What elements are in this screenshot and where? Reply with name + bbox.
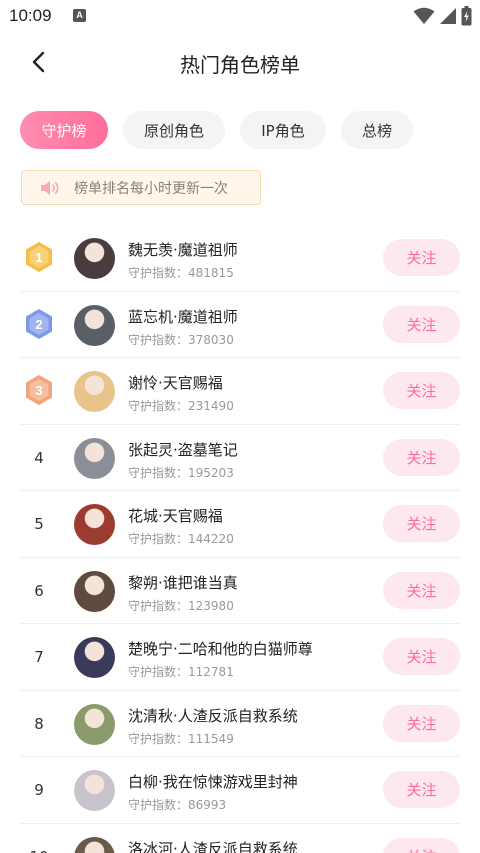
svg-text:2: 2 bbox=[35, 317, 42, 332]
score-label: 守护指数： bbox=[128, 332, 189, 347]
ranking-row[interactable]: 3 谢怜·天官赐福 守护指数：231490 关注 bbox=[20, 358, 460, 425]
avatar[interactable] bbox=[74, 304, 115, 346]
avatar[interactable] bbox=[74, 570, 115, 612]
follow-button[interactable]: 关注 bbox=[383, 239, 460, 276]
rank-number: 5 bbox=[34, 515, 44, 533]
follow-button[interactable]: 关注 bbox=[383, 571, 460, 609]
avatar[interactable] bbox=[74, 437, 115, 479]
ranking-row[interactable]: 4 张起灵·盗墓笔记 守护指数：195203 关注 bbox=[20, 425, 460, 491]
header: 热门角色榜单 bbox=[0, 34, 480, 90]
page-title: 热门角色榜单 bbox=[180, 53, 300, 77]
tab-original[interactable]: 原创角色 bbox=[123, 111, 225, 149]
score-label: 守护指数： bbox=[128, 266, 189, 280]
character-name: 魏无羡·魔道祖师 bbox=[128, 241, 238, 259]
score-label: 守护指数： bbox=[128, 798, 189, 812]
guardian-score: 守护指数：378030 bbox=[128, 331, 234, 348]
ranking-row[interactable]: 10 洛冰河·人渣反派自救系统 关注 bbox=[20, 824, 460, 853]
character-name: 蓝忘机·魔道祖师 bbox=[128, 307, 238, 326]
follow-button[interactable]: 关注 bbox=[383, 837, 460, 853]
signal-icon bbox=[440, 8, 456, 24]
character-name: 洛冰河·人渣反派自救系统 bbox=[128, 839, 298, 853]
ranking-row[interactable]: 7 楚晚宁·二哈和他的白猫师尊 守护指数：112781 关注 bbox=[20, 624, 460, 691]
ranking-row[interactable]: 1 魏无羡·魔道祖师 守护指数：481815 关注 bbox=[20, 225, 460, 292]
guardian-score: 守护指数：86993 bbox=[128, 796, 226, 813]
avatar[interactable] bbox=[74, 637, 115, 678]
tab-total[interactable]: 总榜 bbox=[341, 111, 413, 149]
guardian-score: 守护指数：144220 bbox=[128, 530, 234, 547]
status-time: 10:09 bbox=[9, 6, 52, 25]
character-name: 白柳·我在惊悚游戏里封神 bbox=[128, 773, 298, 791]
guardian-score: 守护指数：111549 bbox=[128, 730, 234, 747]
tab-ip[interactable]: IP角色 bbox=[240, 111, 326, 149]
avatar[interactable] bbox=[74, 703, 115, 745]
avatar[interactable] bbox=[74, 836, 115, 853]
ranking-row[interactable]: 5 花城·天官赐福 守护指数：144220 关注 bbox=[20, 491, 460, 558]
status-bar: 10:09 A bbox=[0, 0, 480, 34]
svg-text:1: 1 bbox=[35, 250, 42, 265]
silver-medal-icon: 2 bbox=[20, 292, 58, 358]
guardian-score: 守护指数：231490 bbox=[128, 397, 234, 414]
ranking-row[interactable]: 6 黎朔·谁把谁当真 守护指数：123980 关注 bbox=[20, 558, 460, 624]
score-value: 112781 bbox=[188, 665, 234, 679]
guardian-score: 守护指数：123980 bbox=[128, 597, 234, 614]
character-name: 花城·天官赐福 bbox=[128, 507, 223, 525]
rank-number: 7 bbox=[34, 648, 44, 666]
score-value: 86993 bbox=[188, 798, 227, 812]
score-value: 481815 bbox=[188, 266, 234, 280]
score-label: 守护指数： bbox=[128, 665, 189, 679]
follow-button[interactable]: 关注 bbox=[383, 372, 460, 409]
rank-number: 8 bbox=[34, 714, 44, 733]
character-name: 楚晚宁·二哈和他的白猫师尊 bbox=[128, 640, 313, 658]
ranking-row[interactable]: 8 沈清秋·人渣反派自救系统 守护指数：111549 关注 bbox=[20, 691, 460, 757]
ranking-row[interactable]: 9 白柳·我在惊悚游戏里封神 守护指数：86993 关注 bbox=[20, 757, 460, 824]
score-value: 144220 bbox=[188, 532, 234, 546]
score-label: 守护指数： bbox=[128, 598, 189, 613]
character-name: 黎朔·谁把谁当真 bbox=[128, 573, 238, 592]
rank-number: 6 bbox=[34, 581, 44, 600]
follow-button[interactable]: 关注 bbox=[383, 638, 460, 675]
guardian-score: 守护指数：195203 bbox=[128, 464, 234, 481]
character-name: 沈清秋·人渣反派自救系统 bbox=[128, 706, 298, 725]
status-icons bbox=[413, 6, 472, 26]
score-label: 守护指数： bbox=[128, 532, 189, 546]
score-label: 守护指数： bbox=[128, 399, 189, 413]
avatar[interactable] bbox=[74, 770, 115, 811]
score-label: 守护指数： bbox=[128, 731, 189, 746]
notice-banner: 榜单排名每小时更新一次 bbox=[21, 170, 261, 205]
avatar[interactable] bbox=[74, 238, 115, 279]
follow-button[interactable]: 关注 bbox=[383, 505, 460, 542]
notification-a-icon: A bbox=[73, 9, 86, 22]
character-name: 谢怜·天官赐福 bbox=[128, 374, 223, 392]
character-name: 张起灵·盗墓笔记 bbox=[128, 440, 238, 459]
tab-guardian[interactable]: 守护榜 bbox=[20, 111, 108, 149]
score-value: 111549 bbox=[188, 731, 234, 746]
score-label: 守护指数： bbox=[128, 465, 189, 480]
rank-number: 4 bbox=[34, 448, 44, 467]
score-value: 231490 bbox=[188, 399, 234, 413]
avatar[interactable] bbox=[74, 504, 115, 545]
tab-bar: 守护榜 原创角色 IP角色 总榜 bbox=[20, 111, 413, 149]
battery-icon bbox=[461, 6, 472, 26]
notice-text: 榜单排名每小时更新一次 bbox=[74, 180, 228, 197]
rank-number: 9 bbox=[34, 781, 44, 799]
ranking-list: 1 魏无羡·魔道祖师 守护指数：481815 关注 2 蓝忘机·魔道祖师 守护指数：3780… bbox=[20, 225, 460, 853]
ranking-row[interactable]: 2 蓝忘机·魔道祖师 守护指数：378030 关注 bbox=[20, 292, 460, 358]
gold-medal-icon: 1 bbox=[20, 225, 58, 291]
guardian-score: 守护指数：112781 bbox=[128, 663, 234, 680]
rank-number: 10 bbox=[20, 824, 58, 853]
wifi-icon bbox=[413, 7, 435, 24]
follow-button[interactable]: 关注 bbox=[383, 771, 460, 808]
follow-button[interactable]: 关注 bbox=[383, 438, 460, 476]
score-value: 123980 bbox=[188, 598, 234, 613]
speaker-icon bbox=[41, 180, 59, 195]
guardian-score: 守护指数：481815 bbox=[128, 264, 234, 281]
follow-button[interactable]: 关注 bbox=[383, 305, 460, 343]
follow-button[interactable]: 关注 bbox=[383, 704, 460, 742]
score-value: 378030 bbox=[188, 332, 234, 347]
svg-text:3: 3 bbox=[35, 383, 42, 398]
score-value: 195203 bbox=[188, 465, 234, 480]
bronze-medal-icon: 3 bbox=[20, 358, 58, 424]
avatar[interactable] bbox=[74, 371, 115, 412]
